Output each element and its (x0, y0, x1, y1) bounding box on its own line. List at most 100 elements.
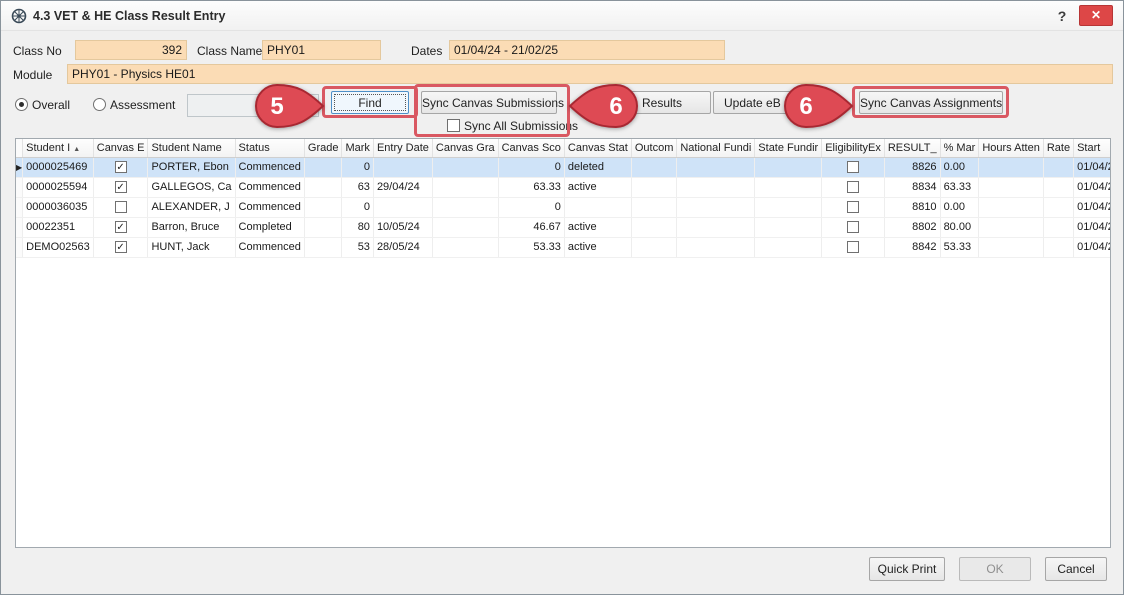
cell-entry_date[interactable] (373, 157, 432, 177)
cell-grade[interactable] (304, 197, 342, 217)
cell-canvas_status[interactable]: deleted (564, 157, 631, 177)
cell-grade[interactable] (304, 157, 342, 177)
table-row[interactable]: 0000036035ALEXANDER, JCommenced0088100.0… (16, 197, 1111, 217)
cell-state_funding[interactable] (755, 237, 822, 257)
cell-pct_mark[interactable]: 53.33 (940, 237, 979, 257)
column-header-canvas_status[interactable]: Canvas Stat (564, 139, 631, 157)
cell-entry_date[interactable]: 28/05/24 (373, 237, 432, 257)
cell-result_id[interactable]: 8826 (884, 157, 940, 177)
column-header-entry_date[interactable]: Entry Date (373, 139, 432, 157)
cell-pct_mark[interactable]: 0.00 (940, 157, 979, 177)
cell-canvas_grade[interactable] (432, 237, 498, 257)
cell-canvas_status[interactable]: active (564, 217, 631, 237)
results-button[interactable]: Results (613, 91, 711, 114)
cell-status[interactable]: Commenced (235, 177, 304, 197)
cell-mark[interactable]: 0 (342, 197, 373, 217)
column-header-canvas_enrolled[interactable]: Canvas E (93, 139, 148, 157)
results-grid[interactable]: Student I▲Canvas EStudent NameStatusGrad… (15, 138, 1111, 548)
cell-canvas_enrolled[interactable]: ✓ (93, 237, 148, 257)
close-button[interactable]: ✕ (1079, 5, 1113, 26)
assessment-select[interactable] (187, 94, 319, 117)
sync-all-submissions-checkbox[interactable] (447, 119, 460, 132)
cell-start[interactable]: 01/04/24 (1074, 237, 1111, 257)
cell-hours_attended[interactable] (979, 237, 1043, 257)
cell-result_id[interactable]: 8802 (884, 217, 940, 237)
cell-mark[interactable]: 63 (342, 177, 373, 197)
cell-student_name[interactable]: GALLEGOS, Ca (148, 177, 235, 197)
cell-student_name[interactable]: Barron, Bruce (148, 217, 235, 237)
cell-outcome[interactable] (631, 217, 677, 237)
table-row[interactable]: 0000025594✓GALLEGOS, CaCommenced6329/04/… (16, 177, 1111, 197)
column-header-result_id[interactable]: RESULT_ (884, 139, 940, 157)
cell-rate[interactable] (1043, 197, 1073, 217)
column-header-national_funding[interactable]: National Fundi (677, 139, 755, 157)
cell-canvas_score[interactable]: 46.67 (498, 217, 564, 237)
table-row[interactable]: 00022351✓Barron, BruceCompleted8010/05/2… (16, 217, 1111, 237)
help-button[interactable]: ? (1049, 5, 1075, 27)
cell-student_name[interactable]: ALEXANDER, J (148, 197, 235, 217)
cell-mark[interactable]: 53 (342, 237, 373, 257)
cell-start[interactable]: 01/04/24 (1074, 157, 1111, 177)
cell-outcome[interactable] (631, 157, 677, 177)
cell-national_funding[interactable] (677, 197, 755, 217)
class-no-field[interactable]: 392 (75, 40, 187, 60)
column-header-canvas_grade[interactable]: Canvas Gra (432, 139, 498, 157)
cell-status[interactable]: Completed (235, 217, 304, 237)
assessment-radio[interactable] (93, 98, 106, 111)
cell-national_funding[interactable] (677, 217, 755, 237)
cell-canvas_grade[interactable] (432, 197, 498, 217)
cell-outcome[interactable] (631, 197, 677, 217)
eligibility_ex-checkbox[interactable] (847, 241, 859, 253)
dates-field[interactable]: 01/04/24 - 21/02/25 (449, 40, 725, 60)
cell-start[interactable]: 01/04/24 (1074, 197, 1111, 217)
column-header-outcome[interactable]: Outcom (631, 139, 677, 157)
cell-canvas_score[interactable]: 53.33 (498, 237, 564, 257)
table-row[interactable]: DEMO02563✓HUNT, JackCommenced5328/05/245… (16, 237, 1111, 257)
cell-student_id[interactable]: DEMO02563 (23, 237, 94, 257)
column-header-grade[interactable]: Grade (304, 139, 342, 157)
cell-grade[interactable] (304, 237, 342, 257)
cell-hours_attended[interactable] (979, 177, 1043, 197)
cell-grade[interactable] (304, 177, 342, 197)
cell-grade[interactable] (304, 217, 342, 237)
cell-eligibility_ex[interactable] (822, 197, 885, 217)
column-header-start[interactable]: Start (1074, 139, 1111, 157)
cell-canvas_enrolled[interactable]: ✓ (93, 177, 148, 197)
cell-status[interactable]: Commenced (235, 197, 304, 217)
sync-canvas-assignments-button[interactable]: Sync Canvas Assignments (859, 91, 1003, 114)
sync-canvas-submissions-button[interactable]: Sync Canvas Submissions (421, 91, 557, 114)
quick-print-button[interactable]: Quick Print (869, 557, 945, 581)
cell-canvas_status[interactable] (564, 197, 631, 217)
cell-national_funding[interactable] (677, 237, 755, 257)
cell-start[interactable]: 01/04/24 (1074, 217, 1111, 237)
cell-canvas_grade[interactable] (432, 177, 498, 197)
cell-pct_mark[interactable]: 0.00 (940, 197, 979, 217)
eligibility_ex-checkbox[interactable] (847, 221, 859, 233)
column-header-status[interactable]: Status (235, 139, 304, 157)
cell-entry_date[interactable] (373, 197, 432, 217)
cell-entry_date[interactable]: 10/05/24 (373, 217, 432, 237)
cell-result_id[interactable]: 8810 (884, 197, 940, 217)
cell-canvas_grade[interactable] (432, 157, 498, 177)
ok-button[interactable]: OK (959, 557, 1031, 581)
find-button[interactable]: Find (331, 91, 409, 114)
canvas_enrolled-checkbox[interactable]: ✓ (115, 241, 127, 253)
class-name-field[interactable]: PHY01 (262, 40, 381, 60)
cell-canvas_enrolled[interactable] (93, 197, 148, 217)
canvas_enrolled-checkbox[interactable]: ✓ (115, 181, 127, 193)
column-header-hours_attended[interactable]: Hours Atten (979, 139, 1043, 157)
eligibility_ex-checkbox[interactable] (847, 201, 859, 213)
cell-student_name[interactable]: PORTER, Ebon (148, 157, 235, 177)
module-field[interactable]: PHY01 - Physics HE01 (67, 64, 1113, 84)
cell-national_funding[interactable] (677, 177, 755, 197)
cell-student_id[interactable]: 00022351 (23, 217, 94, 237)
cell-status[interactable]: Commenced (235, 157, 304, 177)
cell-state_funding[interactable] (755, 177, 822, 197)
eligibility_ex-checkbox[interactable] (847, 161, 859, 173)
cell-pct_mark[interactable]: 80.00 (940, 217, 979, 237)
table-row[interactable]: ▶0000025469✓PORTER, EbonCommenced00delet… (16, 157, 1111, 177)
cell-rate[interactable] (1043, 237, 1073, 257)
cell-result_id[interactable]: 8834 (884, 177, 940, 197)
cell-canvas_status[interactable]: active (564, 177, 631, 197)
cell-rate[interactable] (1043, 217, 1073, 237)
